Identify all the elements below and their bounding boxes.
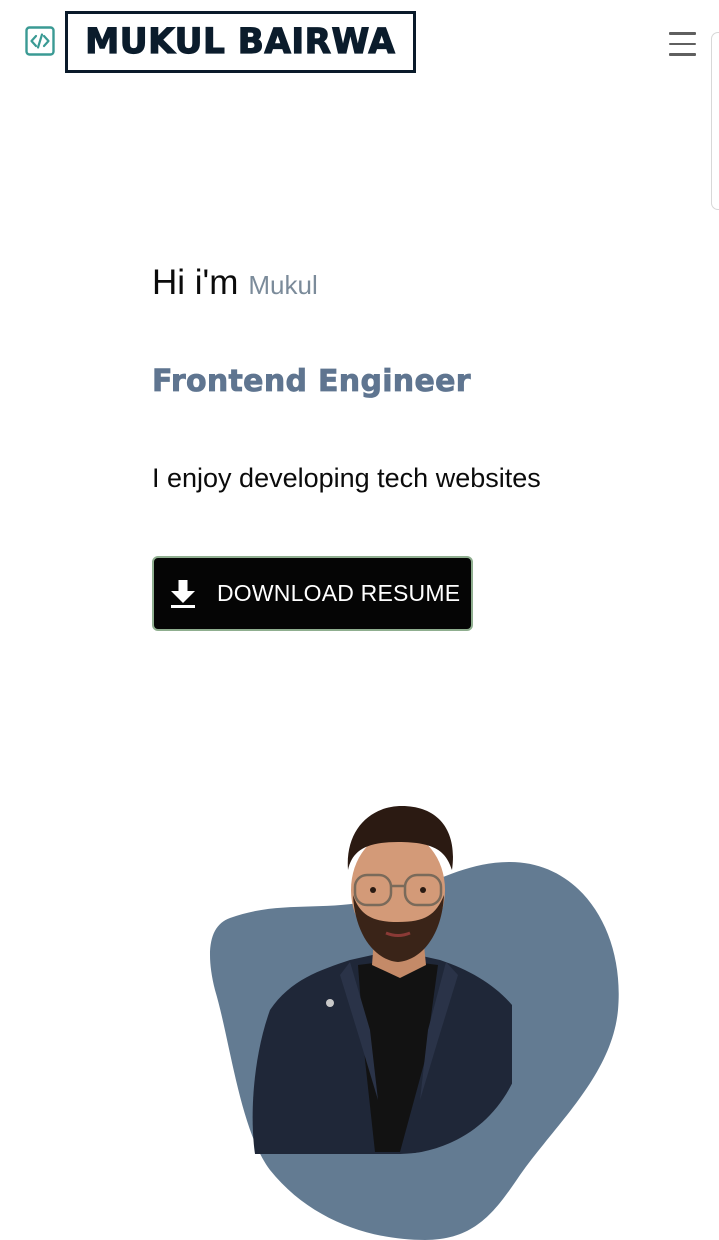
brand-name: MUKUL BAIRWA <box>85 21 396 62</box>
greeting: Hi i'm Mukul <box>152 263 318 303</box>
code-icon[interactable] <box>25 26 55 56</box>
brand-logo[interactable]: MUKUL BAIRWA <box>65 11 416 73</box>
side-panel-edge <box>711 32 719 210</box>
role-title: Frontend Engineer <box>152 364 471 400</box>
tagline: I enjoy developing tech websites <box>152 463 541 493</box>
menu-line <box>669 32 696 35</box>
greeting-prefix: Hi i'm <box>152 263 239 302</box>
greeting-name: Mukul <box>248 270 318 300</box>
menu-line <box>669 42 696 46</box>
page: MUKUL BAIRWA Hi i'm Mukul Frontend Engin… <box>0 0 719 1240</box>
download-resume-label: DOWNLOAD RESUME <box>217 580 461 606</box>
profile-portrait <box>210 806 619 1240</box>
download-resume-button[interactable]: DOWNLOAD RESUME <box>152 556 473 631</box>
download-icon <box>171 579 195 608</box>
menu-line <box>669 53 696 56</box>
hamburger-menu-icon[interactable] <box>669 32 699 56</box>
